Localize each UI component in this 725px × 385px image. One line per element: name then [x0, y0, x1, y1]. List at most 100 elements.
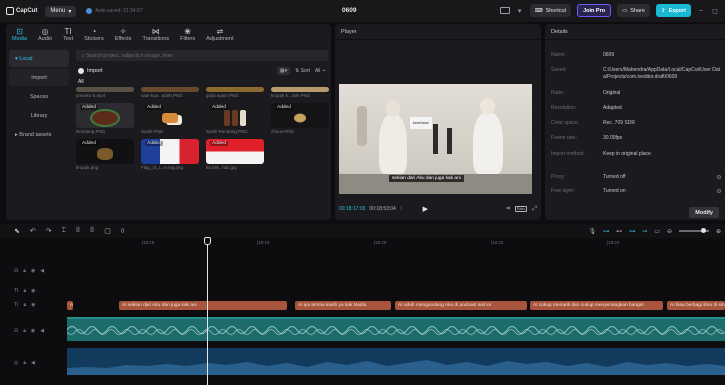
undo-icon[interactable]: ↶: [30, 227, 36, 235]
media-item-krupuk[interactable]: Added krupuk.png: [76, 139, 134, 172]
fullscreen-icon[interactable]: ⤢: [532, 206, 537, 213]
media-item-sushi-rendang[interactable]: Added Sushi Rendang.PNG: [206, 103, 264, 136]
free-layer-info-icon[interactable]: [717, 189, 721, 193]
zoom-slider[interactable]: [678, 228, 709, 233]
tab-filters[interactable]: ❀ Filters: [180, 27, 195, 44]
view-toggle-icon[interactable]: ▦▾: [276, 67, 291, 75]
adjustment-icon: ⇌: [216, 27, 224, 36]
detail-row-free-layer[interactable]: Free layer: Turned on: [551, 188, 725, 195]
preview-axis-icon[interactable]: ⊶: [629, 228, 635, 235]
detail-row-proxy[interactable]: Proxy: Turned off: [551, 174, 725, 181]
media-grid: preview 5.mp4 sate kua...adeh.PNG gulai …: [76, 87, 329, 172]
mic-icon[interactable]: 🎙︎: [589, 228, 597, 235]
media-item[interactable]: gulai ayam.PNG: [206, 87, 264, 100]
layout-chevron-icon[interactable]: ▾: [516, 7, 524, 15]
caption-clip[interactable]: AI bisa berbagi ilmu di sini: [667, 301, 725, 310]
eye-icon[interactable]: ◉: [31, 268, 35, 274]
timeline-grid-icon[interactable]: ⁞⁞: [400, 206, 403, 212]
eye-icon[interactable]: ◉: [31, 328, 35, 334]
eye-icon[interactable]: ◉: [31, 302, 35, 308]
media-item-flag-indonesia[interactable]: Added 91349...hds.jpg: [206, 139, 264, 172]
export-button[interactable]: ⇪ Export: [655, 4, 691, 17]
sort-controls: ▦▾ ⇅ Sort All ⩪: [276, 67, 326, 75]
media-item-rendang[interactable]: Added Rendang.PNG: [76, 103, 134, 136]
import-button[interactable]: Import: [78, 68, 103, 74]
zoom-knob[interactable]: [700, 228, 706, 233]
lock-icon[interactable]: 🔒︎: [23, 268, 26, 274]
audio-icon[interactable]: ◀: [40, 268, 44, 274]
side-item-spaces[interactable]: Spaces: [9, 88, 69, 105]
audio-track-icon: ◎: [14, 360, 19, 366]
tab-effects[interactable]: ✧ Effects: [115, 27, 132, 44]
caption-clip[interactable]: AI cukup menarik dan cukup menyenangkan …: [530, 301, 663, 310]
media-item[interactable]: sate kua...adeh.PNG: [141, 87, 199, 100]
share-button[interactable]: ▭ Share: [617, 4, 650, 17]
tab-label: Stickers: [84, 36, 104, 42]
project-title: 0609: [342, 7, 357, 14]
lock-icon[interactable]: 🔒︎: [23, 302, 26, 308]
detail-key: Ratio:: [551, 90, 565, 96]
media-item-sushi[interactable]: Added Sushi.PNG: [141, 103, 199, 136]
lock-icon[interactable]: 🔒︎: [23, 360, 26, 366]
caption-clip[interactable]: AI sekian dari Aku dan juga kak ani: [119, 301, 287, 310]
delete-icon[interactable]: ▢: [104, 227, 111, 235]
search-input[interactable]: ⌕ Search project, subjects in image, lin…: [76, 50, 328, 61]
caption-clip[interactable]: AI iya terima kasih ya kak Nadia: [295, 301, 391, 310]
sign-text: kesehatan: [410, 117, 432, 129]
magnet-icon[interactable]: ⊸: [642, 228, 647, 235]
media-item[interactable]: krupuk k...ram.PNG: [271, 87, 329, 100]
thumbnail: Added: [206, 139, 264, 164]
join-pro-button[interactable]: Join Pro: [577, 4, 612, 17]
sort-button[interactable]: ⇅ Sort: [295, 68, 310, 74]
tab-transitions[interactable]: ⋈ Transitions: [142, 27, 169, 44]
ratio-button[interactable]: Ratio: [515, 206, 528, 212]
layout-icon[interactable]: [499, 7, 510, 14]
all-label: All: [78, 79, 84, 85]
side-item-local[interactable]: ▾ Local: [9, 50, 69, 67]
media-item-flag-france[interactable]: Added Flag_of_t...e.svg.png: [141, 139, 199, 172]
eye-icon[interactable]: ◉: [31, 288, 35, 294]
filter-all-button[interactable]: All ⩪: [315, 68, 326, 74]
caption-clip[interactable]: AI: [67, 301, 73, 310]
play-icon[interactable]: ▶: [423, 205, 428, 213]
split-icon[interactable]: ⌶: [62, 227, 66, 235]
zoom-in-icon[interactable]: ⊕: [716, 228, 721, 235]
minimize-icon[interactable]: –: [697, 7, 705, 14]
audio-icon[interactable]: ◀: [40, 328, 44, 334]
modify-button[interactable]: Modify: [689, 207, 719, 218]
video-track-clip[interactable]: [67, 317, 725, 341]
redo-icon[interactable]: ↷: [46, 227, 52, 235]
maximize-icon[interactable]: ◻: [711, 7, 719, 15]
lock-icon[interactable]: 🔒︎: [23, 328, 26, 334]
shield-icon[interactable]: ◊: [121, 228, 124, 235]
proxy-info-icon[interactable]: [717, 175, 721, 179]
lock-icon[interactable]: 🔒︎: [23, 288, 26, 294]
split-left-icon[interactable]: ⌷: [76, 227, 80, 235]
split-right-icon[interactable]: ⌷: [90, 227, 94, 235]
fit-icon[interactable]: ⌗: [507, 206, 510, 213]
media-item[interactable]: preview 5.mp4: [76, 87, 134, 100]
select-tool-icon[interactable]: ⬉: [14, 227, 20, 235]
tab-adjustment[interactable]: ⇌ Adjustment: [206, 27, 234, 44]
audio-icon[interactable]: ◀: [31, 360, 35, 366]
menu-button[interactable]: Menu ▾: [45, 5, 77, 17]
media-item-choux[interactable]: Added choux.PNG: [271, 103, 329, 136]
timeline-ruler[interactable]: |18:16 |18:18 |18:20 |18:22 |18:24: [67, 238, 725, 248]
caption-icon[interactable]: ▭: [654, 228, 660, 235]
playhead-line[interactable]: [207, 237, 208, 385]
zoom-out-icon[interactable]: ⊖: [667, 228, 672, 235]
playhead-handle[interactable]: [204, 237, 211, 245]
tab-stickers[interactable]: ◔ Stickers: [84, 27, 104, 44]
tab-media[interactable]: ⊡ Media: [12, 27, 27, 44]
side-item-brand-assets[interactable]: ▸ Brand assets: [9, 126, 69, 143]
tab-audio[interactable]: ◎ Audio: [38, 27, 52, 44]
video-preview[interactable]: kesehatan sekian dari Aku dan juga kak a…: [339, 84, 532, 194]
side-item-import[interactable]: Import: [9, 69, 69, 86]
audio-track-clip[interactable]: [67, 348, 725, 375]
tab-text[interactable]: TI Text: [63, 27, 73, 44]
link-icon[interactable]: ⊶: [603, 228, 609, 235]
snap-icon[interactable]: ⊷: [616, 228, 622, 235]
caption-clip[interactable]: AI udah mengundang Aku di podcast kali i…: [395, 301, 527, 310]
shortcut-button[interactable]: ⌨ Shortcut: [529, 4, 572, 17]
side-item-library[interactable]: Library: [9, 107, 69, 124]
